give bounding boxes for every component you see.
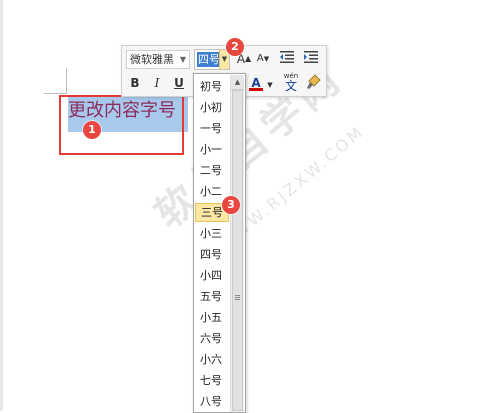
underline-button[interactable]: U <box>170 74 188 92</box>
bold-button[interactable]: B <box>126 74 144 92</box>
grip-line <box>235 295 240 296</box>
grip-line <box>235 299 240 300</box>
scroll-thumb[interactable] <box>232 90 243 411</box>
step-marker-3: 3 <box>222 196 240 214</box>
font-size-option[interactable]: 初号 <box>195 77 229 96</box>
italic-button[interactable]: I <box>148 74 166 92</box>
font-size-option[interactable]: 八号 <box>195 392 229 411</box>
font-size-option[interactable]: 二号 <box>195 161 229 180</box>
format-painter-button[interactable] <box>305 74 323 92</box>
phonetic-guide-button[interactable]: wén 文 <box>281 72 301 93</box>
font-size-option[interactable]: 小五 <box>195 308 229 327</box>
font-size-option[interactable]: 小六 <box>195 350 229 369</box>
font-size-option[interactable]: 小初 <box>195 98 229 117</box>
margin-guide-vertical <box>66 68 67 94</box>
phonetic-char: 文 <box>284 79 297 93</box>
font-name-select[interactable]: 微软雅黑 ▼ <box>126 50 190 69</box>
format-painter-icon <box>307 74 321 89</box>
chevron-down-icon: ▼ <box>179 55 186 64</box>
increase-indent-icon <box>304 51 318 63</box>
font-color-swatch <box>249 88 263 91</box>
scrollbar[interactable]: ▲ <box>230 75 244 412</box>
font-size-value: 四号 <box>197 52 221 67</box>
margin-guide-horizontal <box>44 93 67 94</box>
step-marker-1: 1 <box>83 121 101 139</box>
decrease-indent-button[interactable] <box>278 50 296 68</box>
font-size-option[interactable]: 一号 <box>195 119 229 138</box>
font-size-option[interactable]: 六号 <box>195 329 229 348</box>
font-size-option[interactable]: 小三 <box>195 224 229 243</box>
font-size-option[interactable]: 五号 <box>195 287 229 306</box>
font-size-option[interactable]: 七号 <box>195 371 229 390</box>
annotation-box <box>59 95 184 155</box>
font-size-list[interactable]: 初号 小初 一号 小一 二号 小二 三号 小三 四号 小四 五号 小五 六号 小六 七号 八号 ▲ <box>193 73 246 413</box>
decrease-indent-icon <box>280 51 294 63</box>
font-size-option[interactable]: 小一 <box>195 140 229 159</box>
page-edge <box>0 0 3 411</box>
chevron-down-icon[interactable]: ▼ <box>266 76 274 94</box>
step-marker-2: 2 <box>226 38 244 56</box>
scroll-up-arrow-icon[interactable]: ▲ <box>231 75 244 90</box>
font-size-option[interactable]: 四号 <box>195 245 229 264</box>
shrink-font-icon: A <box>256 53 264 64</box>
font-size-select[interactable]: 四号 ▼ <box>194 49 230 70</box>
shrink-font-button[interactable]: A▼ <box>254 50 272 68</box>
font-color-button[interactable]: A <box>247 74 265 92</box>
font-size-option[interactable]: 小四 <box>195 266 229 285</box>
grip-line <box>235 297 240 298</box>
increase-indent-button[interactable] <box>302 50 320 68</box>
font-name-value: 微软雅黑 <box>130 53 174 66</box>
